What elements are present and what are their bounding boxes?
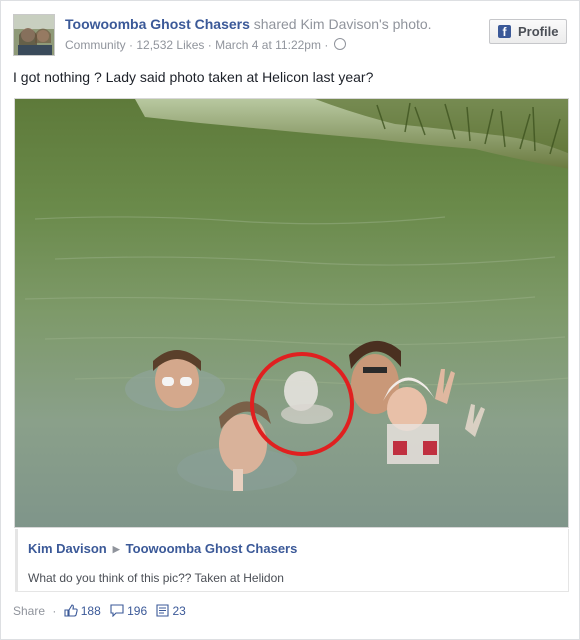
meta-separator: · bbox=[324, 38, 329, 52]
post-header: Toowoomba Ghost Chasers shared Kim Davis… bbox=[65, 16, 432, 32]
shared-object[interactable]: photo. bbox=[393, 16, 432, 32]
profile-button-label: Profile bbox=[518, 24, 559, 39]
original-target-link[interactable]: Toowoomba Ghost Chasers bbox=[126, 541, 298, 556]
meta-separator: · bbox=[129, 38, 134, 52]
shared-owner[interactable]: Kim Davison's bbox=[300, 16, 388, 32]
attribution-names: Kim Davison ▶ Toowoomba Ghost Chasers bbox=[28, 541, 297, 556]
original-author-link[interactable]: Kim Davison bbox=[28, 541, 107, 556]
lake-photo-image bbox=[15, 99, 568, 527]
globe-icon[interactable] bbox=[333, 38, 346, 50]
post-actions-bar: Share · 188 196 23 bbox=[13, 604, 192, 620]
original-caption: What do you think of this pic?? Taken at… bbox=[28, 571, 284, 585]
triangle-right-icon: ▶ bbox=[112, 544, 120, 554]
post-message: I got nothing ? Lady said photo taken at… bbox=[13, 69, 374, 85]
facebook-icon: f bbox=[498, 25, 511, 39]
meta-separator: · bbox=[207, 38, 212, 52]
page-likes-count[interactable]: 12,532 Likes bbox=[136, 38, 204, 52]
post-card: Toowoomba Ghost Chasers shared Kim Davis… bbox=[0, 0, 580, 640]
post-meta: Community · 12,532 Likes · March 4 at 11… bbox=[65, 38, 346, 52]
page-avatar[interactable] bbox=[13, 14, 55, 56]
thumbs-up-icon[interactable] bbox=[64, 604, 78, 620]
post-timestamp[interactable]: March 4 at 11:22pm bbox=[215, 38, 321, 52]
comments-count[interactable]: 196 bbox=[127, 604, 147, 618]
actions-separator: · bbox=[52, 604, 57, 618]
shares-count[interactable]: 23 bbox=[172, 604, 185, 618]
shared-text: shared bbox=[253, 16, 297, 32]
likes-count[interactable]: 188 bbox=[81, 604, 101, 618]
comment-icon[interactable] bbox=[110, 604, 124, 620]
profile-button[interactable]: f Profile bbox=[489, 19, 567, 44]
shared-photo[interactable] bbox=[14, 98, 569, 528]
share-link[interactable]: Share bbox=[13, 604, 45, 618]
share-icon[interactable] bbox=[156, 604, 170, 620]
page-category: Community bbox=[65, 38, 126, 52]
original-post-attribution: Kim Davison ▶ Toowoomba Ghost Chasers What… bbox=[15, 529, 569, 592]
page-name-link[interactable]: Toowoomba Ghost Chasers bbox=[65, 16, 250, 32]
